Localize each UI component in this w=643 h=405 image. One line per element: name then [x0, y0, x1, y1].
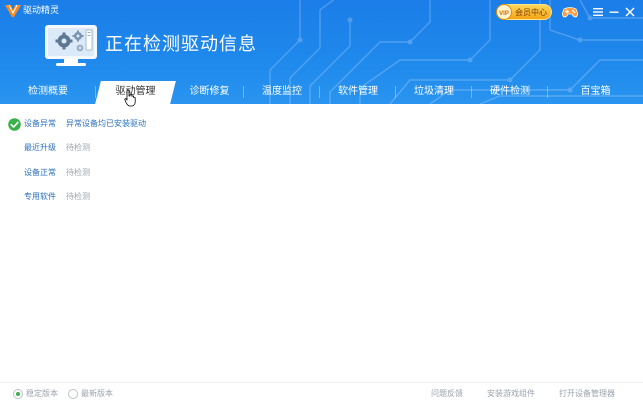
app-window: 驱动精灵 VIP 会员中心 正在检测驱动信息 检测概要 驱动管理 诊断修复 温度… — [0, 0, 643, 405]
row-desc: 待检测 — [66, 192, 90, 201]
green-check-icon — [8, 118, 21, 131]
stable-version-radio[interactable]: 稳定版本 — [13, 388, 58, 399]
minimize-icon[interactable] — [607, 5, 621, 19]
tab-toolbox[interactable]: 百宝箱 — [548, 79, 643, 104]
page-title: 正在检测驱动信息 — [105, 34, 257, 55]
list-item: 设备异常 异常设备均已安装驱动 — [0, 116, 643, 132]
row-desc: 待检测 — [66, 168, 90, 177]
version-radio-group: 稳定版本 最新版本 — [13, 388, 123, 399]
svg-text:VIP: VIP — [499, 11, 509, 17]
title-bar-controls: VIP 会员中心 — [496, 3, 637, 21]
tab-label: 硬件检测 — [490, 86, 530, 97]
main-tabs: 检测概要 驱动管理 诊断修复 温度监控 软件管理 垃圾清理 硬件检测 百宝箱 — [0, 79, 643, 104]
tab-label: 温度监控 — [262, 86, 302, 97]
tab-label: 检测概要 — [28, 86, 68, 97]
tab-label: 诊断修复 — [189, 86, 230, 97]
row-desc: 待检测 — [66, 143, 90, 152]
install-game-components-link[interactable]: 安装游戏组件 — [487, 388, 535, 399]
footer-links: 问题反馈 安装游戏组件 打开设备管理器 — [407, 388, 615, 399]
latest-version-radio[interactable]: 最新版本 — [68, 388, 113, 399]
list-item: 专用软件 待检测 — [0, 189, 643, 205]
tab-hardware[interactable]: 硬件检测 — [472, 79, 548, 104]
row-desc: 异常设备均已安装驱动 — [66, 119, 146, 128]
row-name[interactable]: 专用软件 — [24, 189, 56, 205]
close-icon[interactable] — [623, 5, 637, 19]
game-controller-icon[interactable] — [561, 5, 579, 19]
radio-checked-icon — [13, 388, 23, 399]
header-banner: 驱动精灵 VIP 会员中心 正在检测驱动信息 检测概要 驱动管理 诊断修复 温度… — [0, 0, 643, 104]
tab-diagnose-repair[interactable]: 诊断修复 — [175, 79, 244, 104]
menu-icon[interactable] — [591, 5, 605, 19]
list-item: 设备正常 待检测 — [0, 165, 643, 181]
logo-icon — [5, 4, 21, 17]
row-name[interactable]: 设备正常 — [24, 165, 56, 181]
monitor-gears-icon — [45, 25, 97, 66]
feedback-link[interactable]: 问题反馈 — [431, 388, 463, 399]
vip-crown-icon: VIP — [496, 4, 512, 20]
tab-overview[interactable]: 检测概要 — [0, 79, 96, 104]
tab-cleanup[interactable]: 垃圾清理 — [396, 79, 472, 104]
driver-status-panel: 设备异常 异常设备均已安装驱动 最近升级 待检测 设备正常 待检测 专用软件 待… — [0, 104, 643, 379]
row-name[interactable]: 最近升级 — [24, 140, 56, 156]
radio-label: 最新版本 — [81, 389, 113, 398]
radio-unchecked-icon — [68, 388, 78, 399]
list-item: 最近升级 待检测 — [0, 140, 643, 156]
vip-center-label: 会员中心 — [515, 7, 547, 17]
footer-bar: 稳定版本 最新版本 问题反馈 安装游戏组件 打开设备管理器 — [0, 382, 643, 405]
tab-label: 垃圾清理 — [414, 86, 454, 97]
open-device-manager-link[interactable]: 打开设备管理器 — [559, 388, 615, 399]
tab-label: 软件管理 — [338, 86, 378, 97]
tab-software[interactable]: 软件管理 — [320, 79, 396, 104]
row-name[interactable]: 设备异常 — [24, 116, 56, 132]
app-title: 驱动精灵 — [23, 6, 60, 16]
radio-label: 稳定版本 — [26, 389, 58, 398]
vip-center-button[interactable]: VIP 会员中心 — [496, 4, 552, 20]
tab-temperature[interactable]: 温度监控 — [244, 79, 320, 104]
tab-label: 百宝箱 — [580, 86, 611, 97]
mouse-pointer-icon — [124, 89, 136, 107]
